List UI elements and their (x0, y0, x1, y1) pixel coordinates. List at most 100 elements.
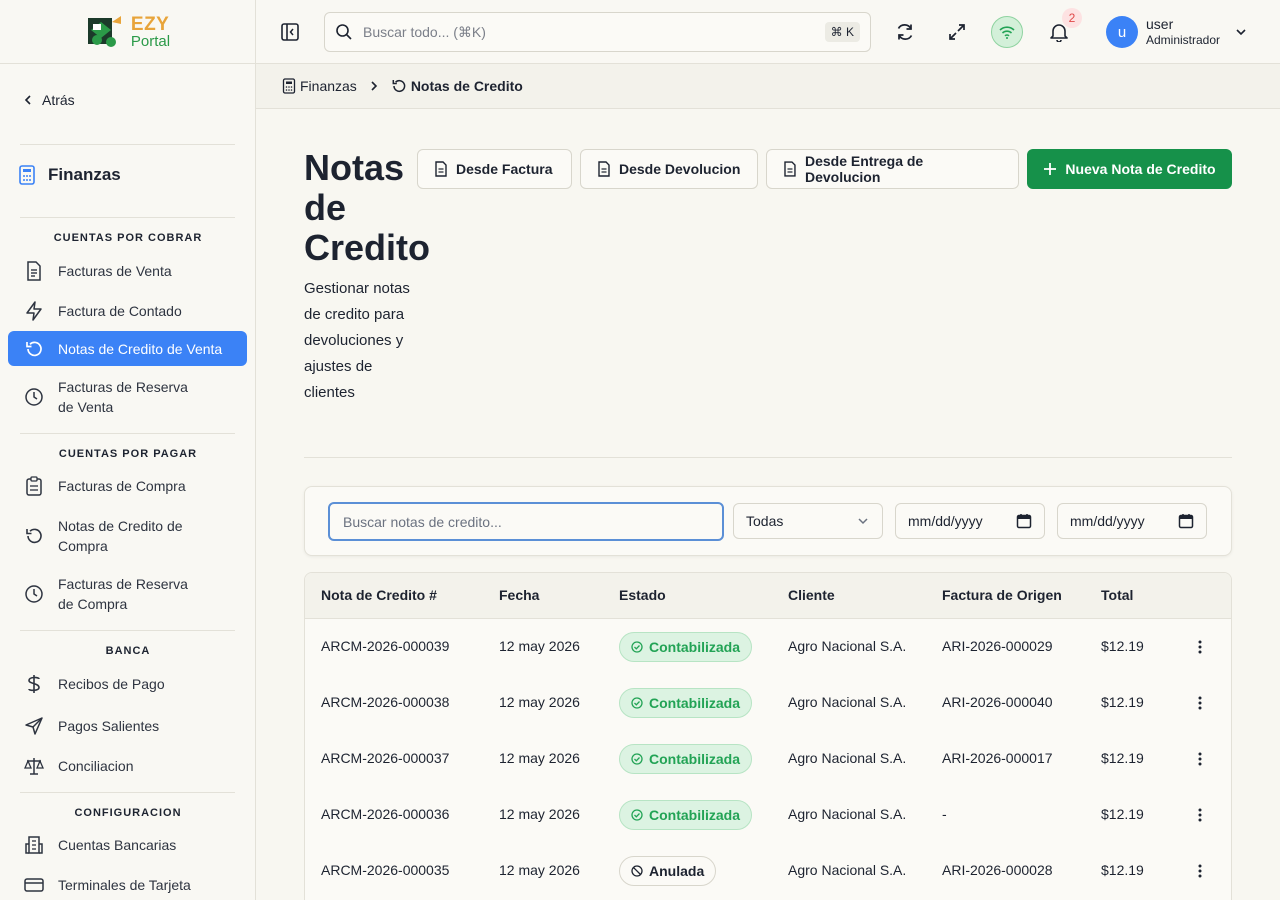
sidebar-divider (20, 630, 235, 631)
sidebar-toggle-button[interactable] (274, 16, 306, 48)
calculator-icon (19, 165, 35, 185)
credit-notes-table: Nota de Credito # Fecha Estado Cliente F… (304, 572, 1232, 900)
sidebar-item-factura-de-contado[interactable]: Factura de Contado (8, 299, 247, 323)
status-label: Contabilizada (649, 695, 741, 711)
credit-note-search-input[interactable] (328, 502, 724, 541)
search-icon (336, 24, 352, 40)
lightning-icon (24, 301, 44, 321)
date-to-input[interactable]: mm/dd/yyyy (1057, 503, 1207, 539)
sidebar-item-facturas-de-venta[interactable]: Facturas de Venta (8, 259, 247, 283)
table-row[interactable]: ARCM-2026-000038 12 may 2026 Contabiliza… (305, 675, 1231, 731)
cell-total: $12.19 (1101, 694, 1144, 710)
sidebar-item-cuentas-bancarias[interactable]: Cuentas Bancarias (8, 833, 247, 857)
breadcrumb-parent[interactable]: Finanzas (282, 78, 357, 94)
sidebar-item-terminales-de-tarjeta[interactable]: Terminales de Tarjeta (8, 873, 247, 897)
from-return-delivery-button[interactable]: Desde Entrega de Devolucion (766, 149, 1019, 189)
refresh-button[interactable] (889, 16, 921, 48)
bank-icon (24, 835, 44, 855)
cell-number[interactable]: ARCM-2026-000038 (321, 694, 449, 710)
table-row[interactable]: ARCM-2026-000036 12 may 2026 Contabiliza… (305, 787, 1231, 843)
column-header-total[interactable]: Total (1101, 587, 1133, 603)
cell-number[interactable]: ARCM-2026-000037 (321, 750, 449, 766)
sidebar-item-facturas-de-reserva-de-compra[interactable]: Facturas de Reserva de Compra (8, 574, 247, 614)
row-actions-button[interactable] (1190, 859, 1210, 883)
logo-text: EZY Portal (131, 15, 170, 49)
column-header-customer[interactable]: Cliente (788, 587, 835, 603)
sidebar-item-notas-de-credito-de-venta[interactable]: Notas de Credito de Venta (8, 331, 247, 366)
date-from-input[interactable]: mm/dd/yyyy (895, 503, 1045, 539)
cell-customer: Agro Nacional S.A. (788, 694, 907, 710)
sidebar-item-label: Terminales de Tarjeta (58, 877, 191, 893)
rotate-ccw-icon (24, 526, 44, 546)
column-header-status[interactable]: Estado (619, 587, 666, 603)
breadcrumb: Finanzas Notas de Credito (256, 64, 1280, 109)
column-header-date[interactable]: Fecha (499, 587, 539, 603)
sidebar-item-label: Notas de Credito de Compra (58, 518, 183, 554)
sidebar-item-label: Notas de Credito de Venta (58, 340, 223, 357)
file-icon (435, 161, 447, 177)
clock-icon (24, 387, 44, 407)
sidebar-item-pagos-salientes[interactable]: Pagos Salientes (8, 714, 247, 738)
sidebar-item-facturas-de-reserva-de-venta[interactable]: Facturas de Reserva de Venta (8, 377, 247, 417)
row-actions-button[interactable] (1190, 635, 1210, 659)
page-subtitle: Gestionar notas de credito para devoluci… (304, 280, 410, 401)
cell-source-invoice: ARI-2026-000028 (942, 862, 1053, 878)
scale-icon (24, 756, 44, 776)
sidebar-item-label: Recibos de Pago (58, 676, 165, 692)
breadcrumb-parent-label: Finanzas (300, 78, 357, 94)
cell-number[interactable]: ARCM-2026-000039 (321, 638, 449, 654)
cell-source-invoice: ARI-2026-000040 (942, 694, 1053, 710)
cell-source-invoice: ARI-2026-000017 (942, 750, 1053, 766)
chevron-down-icon (1236, 29, 1246, 36)
row-actions-button[interactable] (1190, 691, 1210, 715)
from-invoice-button[interactable]: Desde Factura (417, 149, 572, 189)
cell-customer: Agro Nacional S.A. (788, 750, 907, 766)
cell-number[interactable]: ARCM-2026-000035 (321, 862, 449, 878)
page-title: Notas de Credito (304, 147, 430, 268)
status-filter-select[interactable]: Todas (733, 503, 883, 539)
sidebar-item-recibos-de-pago[interactable]: Recibos de Pago (8, 672, 247, 696)
more-vertical-icon (1198, 640, 1202, 654)
connection-status-button[interactable] (991, 16, 1023, 48)
cell-number[interactable]: ARCM-2026-000036 (321, 806, 449, 822)
module-title: Finanzas (18, 165, 121, 185)
breadcrumb-current: Notas de Credito (391, 78, 523, 94)
global-search-input[interactable] (363, 24, 870, 40)
table-row[interactable]: ARCM-2026-000035 12 may 2026 Anulada Agr… (305, 843, 1231, 899)
column-header-number[interactable]: Nota de Credito # (321, 587, 437, 603)
cell-total: $12.19 (1101, 862, 1144, 878)
table-row[interactable]: ARCM-2026-000039 12 may 2026 Contabiliza… (305, 619, 1231, 675)
from-return-button[interactable]: Desde Devolucion (580, 149, 758, 189)
rotate-ccw-icon (392, 79, 406, 92)
more-vertical-icon (1198, 808, 1202, 822)
fullscreen-button[interactable] (941, 16, 973, 48)
user-menu[interactable]: u user Administrador (1106, 16, 1248, 48)
table-row[interactable]: ARCM-2026-000037 12 may 2026 Contabiliza… (305, 731, 1231, 787)
breadcrumb-current-label: Notas de Credito (410, 78, 523, 94)
wifi-icon (999, 26, 1015, 39)
logo[interactable]: EZY Portal (85, 12, 170, 52)
chevron-left-icon (24, 95, 31, 105)
back-link[interactable]: Atrás (22, 92, 75, 108)
column-header-source-invoice[interactable]: Factura de Origen (942, 587, 1062, 603)
sidebar-item-label: Cuentas Bancarias (58, 837, 177, 853)
sidebar-item-conciliacion[interactable]: Conciliacion (8, 754, 247, 778)
module-title-text: Finanzas (48, 165, 121, 184)
date-from-value: mm/dd/yyyy (908, 513, 983, 529)
search-shortcut: ⌘ K (824, 22, 860, 42)
chevron-down-icon (858, 518, 868, 525)
row-actions-button[interactable] (1190, 747, 1210, 771)
status-badge: Contabilizada (619, 632, 753, 662)
row-actions-button[interactable] (1190, 803, 1210, 827)
new-credit-note-button[interactable]: Nueva Nota de Credito (1027, 149, 1232, 189)
new-credit-note-label: Nueva Nota de Credito (1065, 161, 1216, 177)
cell-date: 12 may 2026 (499, 806, 580, 822)
sidebar-item-facturas-de-compra[interactable]: Facturas de Compra (8, 474, 247, 498)
sidebar-item-notas-de-credito-de-compra[interactable]: Notas de Credito de Compra (8, 516, 247, 556)
sidebar-item-label: Conciliacion (58, 758, 134, 774)
global-search[interactable]: ⌘ K (324, 12, 871, 52)
logo-line2: Portal (130, 32, 171, 50)
cell-date: 12 may 2026 (499, 694, 580, 710)
from-return-delivery-label: Desde Entrega de Devolucion (804, 153, 924, 185)
cell-date: 12 may 2026 (499, 638, 580, 654)
